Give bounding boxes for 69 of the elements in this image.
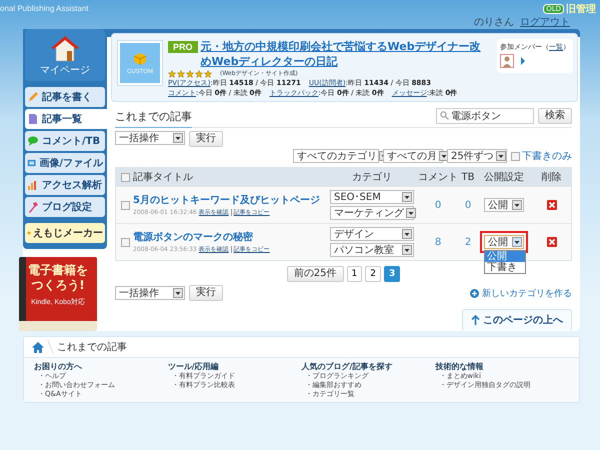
search-icon <box>440 111 449 120</box>
footer-heading: 人気のブログ/記事を探す <box>302 361 394 372</box>
category-select[interactable]: マーケティング <box>330 206 414 220</box>
back-to-top-button[interactable]: このページの上へ <box>462 309 572 330</box>
sidebar-item[interactable]: アクセス解析 <box>25 175 105 195</box>
sidebar-item[interactable]: 記事を書く <box>25 87 105 107</box>
filter-select[interactable]: 25件ずつ <box>447 149 507 163</box>
column-header: 公開設定 <box>483 170 525 184</box>
picture-frame-icon <box>27 157 36 169</box>
speech-bubble-icon <box>27 135 39 147</box>
checkbox[interactable] <box>511 152 520 160</box>
column-header: 記事タイトル <box>133 170 194 184</box>
delete-icon[interactable] <box>546 237 556 247</box>
arrow-up-icon <box>471 315 480 325</box>
page-button[interactable]: 3 <box>384 266 400 282</box>
column-header: コメント <box>419 171 457 184</box>
sidebar-item[interactable]: ブログ設定 <box>25 197 105 217</box>
footer-heading: 技術的な情報 <box>435 361 484 372</box>
wrench-icon <box>27 201 39 213</box>
sidebar-item[interactable]: 記事一覧 <box>25 109 109 129</box>
house-icon <box>50 35 80 63</box>
page-button[interactable]: 1 <box>346 266 362 282</box>
dropdown-option[interactable]: 公開 <box>485 251 525 262</box>
execute-button[interactable]: 実行 <box>189 285 223 301</box>
article-title-link[interactable]: 電源ボタンのマークの秘密 <box>133 232 253 243</box>
row-checkbox[interactable] <box>121 200 130 210</box>
column-header: 削除 <box>540 170 562 184</box>
breadcrumb-item: これまでの記事 <box>57 340 127 354</box>
execute-button[interactable]: 実行 <box>189 131 223 147</box>
emoji-maker-button[interactable]: えもじメーカー <box>25 223 105 243</box>
plan-badge: PRO <box>168 41 198 53</box>
home-icon[interactable] <box>32 342 44 352</box>
app-name: onal Publishing Assistant <box>0 4 88 13</box>
category-select[interactable]: デザイン <box>330 227 414 241</box>
visibility-select[interactable]: 公開 <box>484 235 524 249</box>
column-header: TB <box>460 172 476 182</box>
footer-heading: ツール/応用編 <box>168 361 220 372</box>
page-button[interactable]: 2 <box>365 266 381 282</box>
bulk-action-select[interactable]: 一括操作 <box>115 286 185 300</box>
select-all-checkbox[interactable] <box>121 172 130 182</box>
bar-chart-icon <box>27 179 39 191</box>
footer-heading: お困りの方へ <box>34 361 83 372</box>
search-field[interactable]: 電源ボタン <box>436 108 534 124</box>
delete-icon[interactable] <box>546 200 556 210</box>
article-title-link[interactable]: 5月のヒットキーワード及びヒットページ <box>133 195 320 206</box>
dropdown-option[interactable]: 下書き <box>485 262 525 273</box>
row-checkbox[interactable] <box>121 238 130 246</box>
avatar-icon[interactable] <box>500 54 514 68</box>
category-select[interactable]: パソコン教室 <box>330 243 414 257</box>
mypage-button[interactable]: マイページ <box>25 29 105 81</box>
search-button[interactable]: 検索 <box>538 108 572 124</box>
document-icon <box>27 113 39 125</box>
category-select[interactable]: SEO･SEM <box>330 190 414 204</box>
blog-title-link[interactable]: 元・地方の中規模印刷会社で苦悩するWebデザイナー改めWebディレクターの日記 <box>200 39 491 69</box>
user-name: のりさん <box>474 17 514 29</box>
column-header: カテゴリ <box>351 171 393 184</box>
new-category-link[interactable]: 新しいカテゴリを作る <box>470 286 572 300</box>
bulk-action-select[interactable]: 一括操作 <box>115 131 185 145</box>
visibility-select[interactable]: 公開 <box>484 198 524 212</box>
previous-page-button[interactable]: 前の25件 <box>286 266 344 282</box>
drafts-only-checkbox[interactable]: 下書きのみ <box>511 149 572 163</box>
sidebar-item[interactable]: コメント/TB <box>25 131 105 151</box>
logout-link[interactable]: ログアウト <box>520 17 570 29</box>
pencil-icon <box>27 91 39 103</box>
plus-circle-icon <box>470 288 479 298</box>
triangle-right-icon[interactable] <box>520 57 526 65</box>
section-heading: これまでの記事 <box>115 106 192 128</box>
cube-icon <box>133 52 147 66</box>
sidebar-item[interactable]: 画像/ファイル <box>25 153 105 173</box>
